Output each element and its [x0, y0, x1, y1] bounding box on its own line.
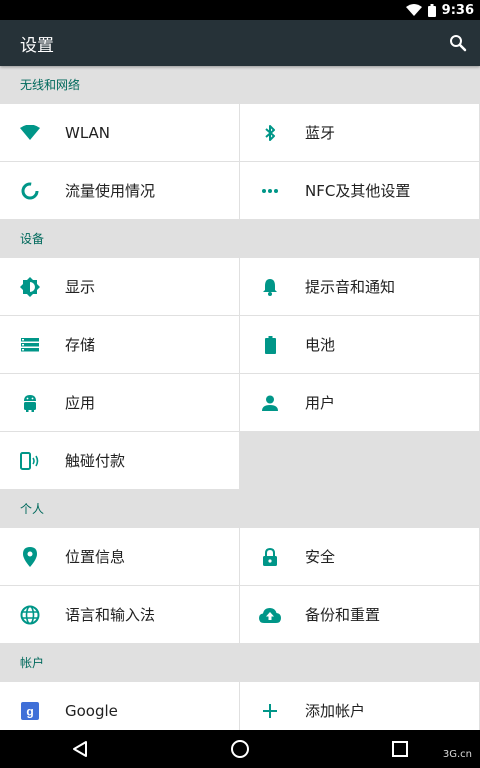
setting-label: NFC及其他设置 [305, 182, 411, 200]
lock-icon [259, 546, 281, 568]
svg-text:g: g [26, 704, 33, 718]
setting-label: 存储 [65, 336, 96, 354]
google-icon: g [19, 700, 41, 722]
setting-language-input[interactable]: 语言和输入法 [0, 586, 239, 643]
setting-storage[interactable]: 存储 [0, 316, 239, 373]
section-grid-device: 显示 提示音和通知 存储 电池 应用 用户 触碰付款 [0, 258, 480, 490]
data-usage-icon [19, 180, 41, 202]
recents-icon[interactable] [380, 734, 420, 764]
app-bar: 设置 [0, 20, 480, 66]
setting-security[interactable]: 安全 [240, 528, 479, 585]
setting-label: 添加帐户 [305, 702, 366, 720]
wifi-status-icon [405, 4, 422, 16]
home-icon[interactable] [220, 734, 260, 764]
globe-icon [19, 604, 41, 626]
back-icon[interactable] [60, 734, 100, 764]
plus-icon [259, 700, 281, 722]
setting-battery[interactable]: 电池 [240, 316, 479, 373]
setting-backup-reset[interactable]: 备份和重置 [240, 586, 479, 643]
bluetooth-icon [259, 122, 281, 144]
setting-label: 安全 [305, 548, 336, 566]
setting-label: 位置信息 [65, 548, 126, 566]
setting-label: 用户 [305, 394, 336, 412]
setting-label: 电池 [305, 336, 336, 354]
setting-label: WLAN [65, 123, 111, 142]
setting-tap-pay[interactable]: 触碰付款 [0, 432, 239, 489]
setting-users[interactable]: 用户 [240, 374, 479, 431]
setting-label: 备份和重置 [305, 606, 381, 624]
more-icon [259, 180, 281, 202]
navigation-bar [0, 730, 480, 768]
status-time: 9:36 [441, 2, 474, 18]
search-icon[interactable] [446, 31, 470, 55]
bell-icon [259, 276, 281, 298]
setting-label: Google [65, 701, 118, 720]
setting-google-account[interactable]: g Google [0, 682, 239, 730]
watermark: 3G.cn [442, 749, 472, 760]
section-grid-accounts: g Google 添加帐户 [0, 682, 480, 730]
section-header-personal: 个人 [0, 490, 480, 528]
section-header-device: 设备 [0, 220, 480, 258]
tap-pay-icon [19, 450, 41, 472]
setting-location[interactable]: 位置信息 [0, 528, 239, 585]
settings-screen: 9:36 设置 无线和网络 WLAN 蓝牙 流量使用情况 NFC及其他设置 设备… [0, 0, 480, 768]
battery-status-icon [427, 3, 436, 17]
location-icon [19, 546, 41, 568]
setting-bluetooth[interactable]: 蓝牙 [240, 104, 479, 161]
section-header-wireless: 无线和网络 [0, 66, 480, 104]
setting-label: 蓝牙 [305, 124, 336, 142]
setting-label: 应用 [65, 394, 96, 412]
cloud-upload-icon [259, 604, 281, 626]
setting-nfc-more[interactable]: NFC及其他设置 [240, 162, 479, 219]
empty-tile [240, 432, 479, 489]
setting-display[interactable]: 显示 [0, 258, 239, 315]
setting-label: 提示音和通知 [305, 278, 396, 296]
setting-add-account[interactable]: 添加帐户 [240, 682, 479, 730]
storage-icon [19, 334, 41, 356]
setting-data-usage[interactable]: 流量使用情况 [0, 162, 239, 219]
setting-label: 触碰付款 [65, 452, 126, 470]
section-grid-wireless: WLAN 蓝牙 流量使用情况 NFC及其他设置 [0, 104, 480, 220]
setting-sound-notification[interactable]: 提示音和通知 [240, 258, 479, 315]
status-bar: 9:36 [0, 0, 480, 20]
android-icon [19, 392, 41, 414]
setting-label: 语言和输入法 [65, 606, 156, 624]
wifi-icon [19, 122, 41, 144]
setting-label: 显示 [65, 278, 96, 296]
section-grid-personal: 位置信息 安全 语言和输入法 备份和重置 [0, 528, 480, 644]
battery-icon [259, 334, 281, 356]
section-header-accounts: 帐户 [0, 644, 480, 682]
brightness-icon [19, 276, 41, 298]
setting-label: 流量使用情况 [65, 182, 156, 200]
page-title: 设置 [20, 35, 54, 56]
setting-wlan[interactable]: WLAN [0, 104, 239, 161]
setting-apps[interactable]: 应用 [0, 374, 239, 431]
person-icon [259, 392, 281, 414]
settings-list: 无线和网络 WLAN 蓝牙 流量使用情况 NFC及其他设置 设备 显示 提示音和… [0, 66, 480, 730]
